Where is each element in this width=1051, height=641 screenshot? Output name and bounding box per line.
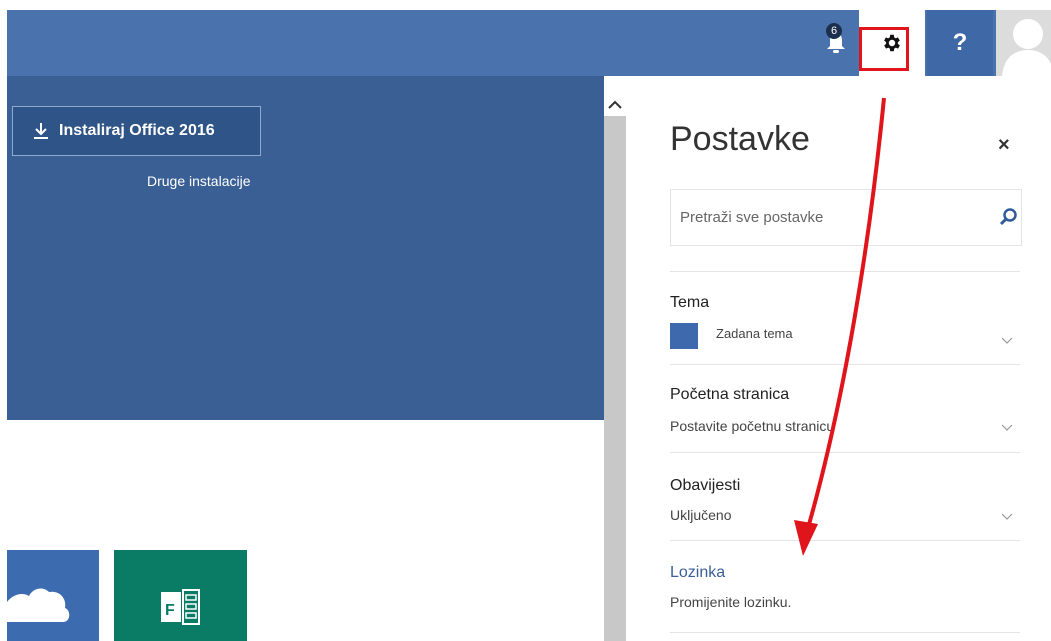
page: 6 ? Instaliraj Office 2016 Druge instala…	[0, 0, 1051, 641]
install-office-label: Instaliraj Office 2016	[59, 122, 215, 139]
scroll-up-button[interactable]	[604, 94, 626, 116]
user-silhouette-icon	[1002, 19, 1051, 76]
help-icon: ?	[952, 29, 968, 56]
divider	[670, 271, 1020, 272]
svg-text:F: F	[165, 602, 175, 619]
install-office-panel: Instaliraj Office 2016 Druge instalacije	[7, 76, 604, 420]
search-placeholder: Pretraži sve postavke	[680, 209, 824, 226]
cloud-icon	[7, 588, 70, 622]
start-page-title: Početna stranica	[670, 386, 790, 403]
chevron-down-icon[interactable]	[1000, 509, 1014, 523]
theme-title: Tema	[670, 294, 710, 311]
chevron-down-icon[interactable]	[1000, 420, 1014, 434]
start-page-subtitle: Postavite početnu stranicu	[670, 418, 835, 434]
avatar[interactable]	[996, 10, 1051, 76]
download-icon	[34, 123, 48, 139]
notification-count-badge: 6	[826, 23, 842, 39]
notifications-button[interactable]: 6	[812, 10, 859, 76]
help-button[interactable]: ?	[927, 10, 993, 76]
other-installs-link[interactable]: Druge instalacije	[147, 173, 251, 189]
settings-highlight-box	[859, 27, 909, 71]
search-icon[interactable]	[999, 207, 1019, 227]
divider	[670, 452, 1020, 453]
close-button[interactable]: ×	[998, 134, 1022, 158]
settings-pane: Postavke × Pretraži sve postavke Tema Za…	[626, 76, 1051, 641]
forms-icon: F	[161, 589, 200, 625]
scrollbar[interactable]	[604, 94, 626, 641]
theme-swatch	[670, 323, 698, 349]
chevron-down-icon[interactable]	[1000, 333, 1014, 347]
notifications-subtitle: Uključeno	[670, 507, 732, 523]
divider	[670, 364, 1020, 365]
install-office-button[interactable]: Instaliraj Office 2016	[12, 106, 261, 156]
notifications-title: Obavijesti	[670, 477, 741, 494]
divider	[670, 632, 1020, 633]
theme-subtitle: Zadana tema	[716, 326, 793, 341]
chevron-up-icon	[608, 100, 622, 109]
settings-title: Postavke	[670, 120, 810, 158]
forms-tile[interactable]: F	[114, 550, 247, 641]
password-link[interactable]: Lozinka	[670, 564, 725, 582]
divider	[670, 540, 1020, 541]
password-subtitle: Promijenite lozinku.	[670, 594, 792, 610]
settings-search-input[interactable]: Pretraži sve postavke	[670, 189, 1022, 246]
onedrive-tile[interactable]	[7, 550, 99, 641]
